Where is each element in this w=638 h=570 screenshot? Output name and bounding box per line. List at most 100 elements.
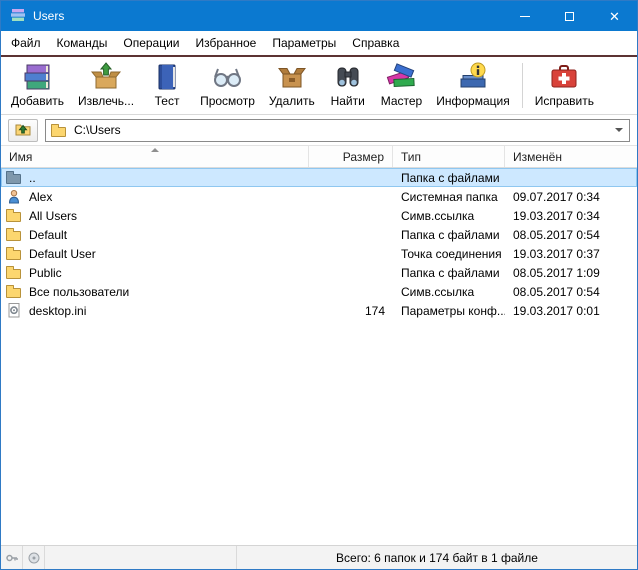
file-size <box>309 206 393 225</box>
column-header-modified[interactable]: Изменён <box>505 146 637 167</box>
list-header: Имя Размер Тип Изменён <box>1 146 637 168</box>
folder-up-icon <box>6 170 23 185</box>
user-folder-icon <box>6 189 23 204</box>
toolbar-button-add[interactable]: Добавить <box>4 59 71 109</box>
file-type: Папка с файлами <box>393 168 505 187</box>
toolbar-button-view[interactable]: Просмотр <box>193 59 262 109</box>
file-size <box>309 225 393 244</box>
test-icon <box>151 61 183 93</box>
file-size <box>309 187 393 206</box>
toolbar-button-extract[interactable]: Извлечь... <box>71 59 141 109</box>
address-row: C:\Users <box>1 115 637 146</box>
file-size <box>309 244 393 263</box>
folder-icon <box>6 284 23 299</box>
menubar: Файл Команды Операции Избранное Параметр… <box>1 31 637 55</box>
address-path: C:\Users <box>74 123 603 137</box>
file-type: Параметры конф... <box>393 301 505 320</box>
file-row[interactable]: Default User Точка соединения 19.03.2017… <box>1 244 637 263</box>
menu-item-commands[interactable]: Команды <box>49 33 116 53</box>
file-row[interactable]: Default Папка с файлами 08.05.2017 0:54 <box>1 225 637 244</box>
folder-icon <box>6 208 23 223</box>
toolbar-button-label: Найти <box>331 94 365 108</box>
toolbar-button-test[interactable]: Тест <box>141 59 193 109</box>
titlebar: Users ✕ <box>1 1 637 31</box>
toolbar-button-delete[interactable]: Удалить <box>262 59 322 109</box>
file-type: Симв.ссылка <box>393 282 505 301</box>
file-row[interactable]: Все пользователи Симв.ссылка 08.05.2017 … <box>1 282 637 301</box>
toolbar-button-wizard[interactable]: Мастер <box>374 59 430 109</box>
file-modified: 19.03.2017 0:34 <box>505 206 637 225</box>
window-controls: ✕ <box>502 1 637 31</box>
toolbar-button-repair[interactable]: Исправить <box>528 59 601 109</box>
file-modified <box>505 168 637 187</box>
view-icon <box>211 61 243 93</box>
total-info-pane: Всего: 6 папок и 174 байт в 1 файле <box>237 546 637 569</box>
menu-item-options[interactable]: Параметры <box>264 33 344 53</box>
close-button[interactable]: ✕ <box>592 1 637 31</box>
file-name: Public <box>29 266 62 280</box>
menu-item-favorites[interactable]: Избранное <box>188 33 265 53</box>
folder-icon <box>6 227 23 242</box>
chevron-down-icon <box>615 128 623 132</box>
toolbar-button-find[interactable]: Найти <box>322 59 374 109</box>
info-icon <box>457 61 489 93</box>
toolbar-button-label: Мастер <box>381 94 423 108</box>
file-modified: 08.05.2017 0:54 <box>505 282 637 301</box>
toolbar-separator <box>522 63 523 108</box>
file-size <box>309 168 393 187</box>
up-directory-button[interactable] <box>8 119 38 142</box>
file-name: .. <box>29 171 36 185</box>
address-combobox[interactable]: C:\Users <box>45 119 630 142</box>
file-type: Точка соединения <box>393 244 505 263</box>
maximize-button[interactable] <box>547 1 592 31</box>
folder-icon <box>6 246 23 261</box>
column-header-size[interactable]: Размер <box>309 146 393 167</box>
file-row[interactable]: Public Папка с файлами 08.05.2017 1:09 <box>1 263 637 282</box>
toolbar-button-info[interactable]: Информация <box>429 59 516 109</box>
delete-icon <box>276 61 308 93</box>
file-modified: 08.05.2017 0:54 <box>505 225 637 244</box>
window-title: Users <box>33 9 64 23</box>
address-dropdown-button[interactable] <box>609 120 629 141</box>
toolbar-button-label: Исправить <box>535 94 594 108</box>
column-header-label: Изменён <box>513 150 562 164</box>
file-name: All Users <box>29 209 77 223</box>
file-name: Все пользователи <box>29 285 129 299</box>
wizard-icon <box>385 61 417 93</box>
file-modified: 08.05.2017 1:09 <box>505 263 637 282</box>
column-header-type[interactable]: Тип <box>393 146 505 167</box>
file-name: Alex <box>29 190 52 204</box>
file-size <box>309 282 393 301</box>
column-header-label: Имя <box>9 150 32 164</box>
selection-info-pane <box>45 546 237 569</box>
archive-comment-disc-icon <box>23 546 45 569</box>
toolbar-button-label: Тест <box>155 94 180 108</box>
file-name: Default <box>29 228 67 242</box>
file-row[interactable]: .. Папка с файлами <box>1 168 637 187</box>
column-header-label: Тип <box>401 150 421 164</box>
folder-icon <box>6 265 23 280</box>
file-name: Default User <box>29 247 96 261</box>
minimize-button[interactable] <box>502 1 547 31</box>
file-row[interactable]: desktop.ini 174 Параметры конф... 19.03.… <box>1 301 637 320</box>
file-rows: .. Папка с файлами Alex Сис <box>1 168 637 545</box>
status-total-text: Всего: 6 папок и 174 байт в 1 файле <box>336 551 538 565</box>
toolbar-button-label: Информация <box>436 94 509 108</box>
folder-up-arrow-icon <box>15 121 31 140</box>
column-header-name[interactable]: Имя <box>1 146 309 167</box>
menu-item-file[interactable]: Файл <box>3 33 49 53</box>
file-name: desktop.ini <box>29 304 86 318</box>
app-icon <box>10 7 26 26</box>
add-archive-icon <box>22 61 54 93</box>
file-row[interactable]: Alex Системная папка 09.07.2017 0:34 <box>1 187 637 206</box>
file-row[interactable]: All Users Симв.ссылка 19.03.2017 0:34 <box>1 206 637 225</box>
file-type: Системная папка <box>393 187 505 206</box>
menu-item-operations[interactable]: Операции <box>115 33 187 53</box>
folder-icon <box>51 123 68 138</box>
sort-ascending-icon <box>151 148 159 152</box>
column-header-label: Размер <box>343 150 384 164</box>
file-modified: 09.07.2017 0:34 <box>505 187 637 206</box>
ini-file-icon <box>6 303 23 318</box>
menu-item-help[interactable]: Справка <box>344 33 407 53</box>
file-size <box>309 263 393 282</box>
